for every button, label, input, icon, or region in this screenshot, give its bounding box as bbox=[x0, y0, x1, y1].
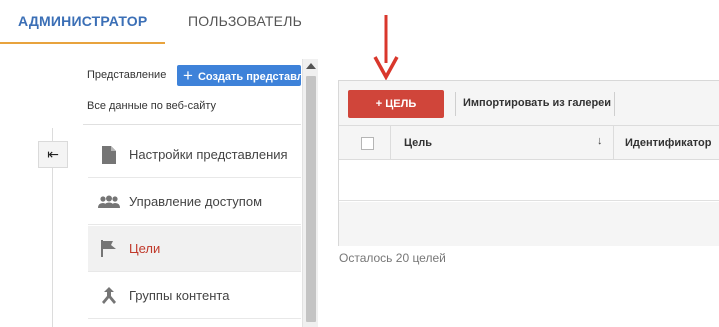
back-button[interactable]: ⇤ bbox=[38, 141, 68, 168]
document-icon bbox=[96, 145, 122, 164]
menu-item-label: Группы контента bbox=[129, 288, 230, 303]
flag-icon bbox=[96, 240, 122, 257]
add-goal-button[interactable]: + ЦЕЛЬ bbox=[348, 90, 444, 118]
top-tab-bar: АДМИНИСТРАТОР ПОЛЬЗОВАТЕЛЬ bbox=[0, 0, 719, 44]
menu-item-goals[interactable]: Цели bbox=[88, 226, 301, 272]
column-separator bbox=[390, 126, 391, 160]
menu-item-label: Настройки представления bbox=[129, 147, 288, 162]
goals-remaining-text: Осталось 20 целей bbox=[339, 251, 446, 265]
goals-toolbar: + ЦЕЛЬ Импортировать из галереи bbox=[339, 81, 719, 126]
divider bbox=[83, 124, 301, 125]
select-all-checkbox[interactable] bbox=[361, 137, 374, 150]
menu-item-access-management[interactable]: Управление доступом bbox=[88, 179, 301, 225]
menu-item-label: Управление доступом bbox=[129, 194, 263, 209]
people-icon bbox=[96, 195, 122, 209]
plus-icon: + bbox=[183, 66, 193, 85]
scroll-thumb[interactable] bbox=[306, 76, 316, 322]
import-from-gallery-link[interactable]: Импортировать из галереи bbox=[463, 97, 611, 109]
sort-down-icon[interactable]: ↓ bbox=[597, 135, 603, 147]
column-separator bbox=[613, 126, 614, 160]
goals-panel: + ЦЕЛЬ Импортировать из галереи Цель ↓ И… bbox=[338, 80, 719, 246]
create-view-label: Создать представл bbox=[197, 71, 301, 83]
menu-item-view-settings[interactable]: Настройки представления bbox=[88, 132, 301, 178]
table-header: Цель ↓ Идентификатор bbox=[339, 126, 719, 160]
table-row bbox=[339, 161, 719, 201]
tab-admin[interactable]: АДМИНИСТРАТОР bbox=[0, 0, 165, 44]
arrow-left-icon: ⇤ bbox=[47, 146, 59, 162]
view-label: Представление bbox=[87, 69, 167, 81]
annotation-arrow bbox=[373, 15, 399, 81]
scroll-up-icon[interactable] bbox=[306, 63, 316, 69]
menu-item-label: Цели bbox=[129, 241, 161, 256]
toolbar-separator bbox=[614, 92, 615, 116]
table-footer bbox=[339, 202, 719, 246]
tab-user[interactable]: ПОЛЬЗОВАТЕЛЬ bbox=[188, 0, 302, 44]
menu-item-content-groups[interactable]: Группы контента bbox=[88, 273, 301, 319]
toolbar-separator bbox=[455, 92, 456, 116]
create-view-button[interactable]: + Создать представл bbox=[177, 65, 301, 86]
column-header-id[interactable]: Идентификатор bbox=[625, 137, 712, 149]
content-groups-icon bbox=[96, 286, 122, 305]
column-header-goal[interactable]: Цель bbox=[404, 137, 432, 149]
scrollbar[interactable] bbox=[302, 59, 318, 327]
view-selector[interactable]: Все данные по веб-сайту bbox=[87, 100, 216, 112]
